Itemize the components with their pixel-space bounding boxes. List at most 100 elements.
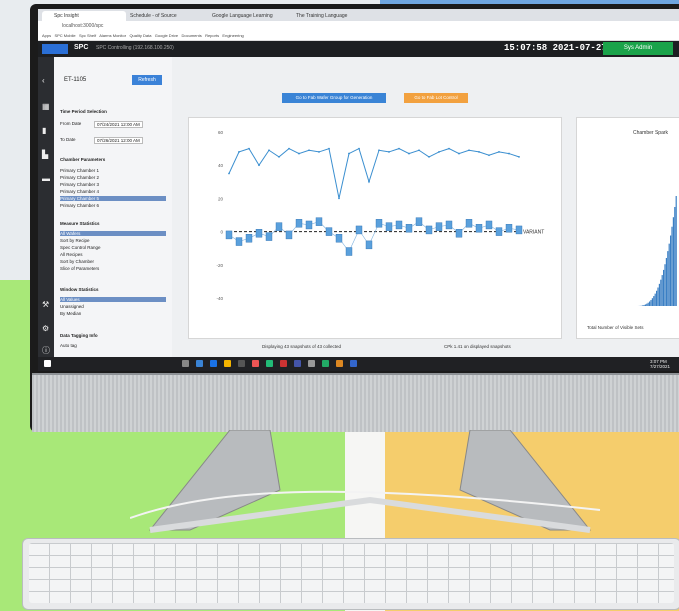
list-item-selected[interactable]: Primary Chamber 5 [60, 196, 166, 201]
bookmark[interactable]: Documents [181, 33, 201, 38]
bar-chart-icon[interactable]: ▮ [42, 127, 50, 135]
histogram-card: Chamber Spark [576, 117, 679, 339]
chevron-left-icon[interactable]: ‹ [42, 77, 50, 85]
sys-admin-button[interactable]: Sys Admin [603, 42, 673, 55]
list-item-selected[interactable]: All Values [60, 297, 166, 302]
task-view-icon[interactable] [196, 360, 203, 367]
box-point [235, 237, 243, 246]
folder-icon[interactable] [224, 360, 231, 367]
histogram-bar [661, 275, 663, 306]
list-item[interactable]: By Median [60, 311, 166, 316]
chamber-title: Chamber Parameters [60, 157, 106, 162]
list-item[interactable]: Sort by Chamber [60, 259, 166, 264]
app-title: SPC [74, 44, 89, 51]
box-point [415, 217, 423, 226]
gear-icon[interactable]: ⚙ [42, 325, 50, 333]
bookmark[interactable]: Alarms Monitor [99, 33, 126, 38]
to-date-input[interactable]: 07/26/2021 12:00 AM [94, 137, 143, 144]
histogram-bar [649, 301, 651, 306]
app-icon[interactable] [336, 360, 343, 367]
to-date-label: To Date [60, 137, 76, 142]
browser-tab[interactable]: Schedule - of Source [118, 11, 208, 21]
histogram-bar [657, 287, 659, 306]
browser-tab[interactable]: The Training Language [284, 11, 386, 21]
monitor-stand [130, 430, 601, 533]
list-item[interactable]: All Recipes [60, 252, 166, 257]
list-item[interactable]: Spec Control Range [60, 245, 166, 250]
list-item[interactable]: Unassigned [60, 304, 166, 309]
box-point [365, 240, 373, 250]
histogram-bar [644, 304, 646, 306]
bookmark[interactable]: Engineering [222, 33, 243, 38]
subset-title: Data Tagging Info [60, 333, 98, 338]
bookmark[interactable]: SPC Mobile [54, 33, 75, 38]
keyboard [22, 538, 679, 610]
data-point [478, 151, 480, 153]
chrome-icon[interactable] [252, 360, 259, 367]
app-icon[interactable] [308, 360, 315, 367]
from-date-input[interactable]: 07/24/2021 12:00 AM [94, 121, 143, 128]
list-item[interactable]: Sort by Recipe [60, 238, 166, 243]
search-icon[interactable] [182, 360, 189, 367]
chart-icon[interactable]: ▙ [42, 151, 50, 159]
lot-control-button[interactable]: Go to Fab Lot Control [404, 93, 468, 103]
histogram-bar [675, 196, 677, 306]
bookmark[interactable]: Apps [42, 33, 51, 38]
edge-icon[interactable] [210, 360, 217, 367]
histogram-bar [650, 299, 652, 306]
wrench-icon[interactable]: ⚒ [42, 301, 50, 309]
app-icon[interactable] [322, 360, 329, 367]
chat-icon[interactable]: ▬ [42, 175, 50, 183]
data-point [498, 151, 500, 153]
box-point [325, 227, 333, 236]
windows-start-icon[interactable] [44, 360, 51, 367]
data-point [468, 149, 470, 152]
list-item[interactable]: Primary Chamber 1 [60, 168, 166, 173]
store-icon[interactable] [238, 360, 245, 367]
grid-icon[interactable]: ▦ [42, 103, 50, 111]
data-point [338, 197, 340, 200]
histogram-title: Chamber Spark [633, 130, 669, 136]
histogram-bar [663, 269, 665, 306]
taskbar-date: 7/27/2021 [650, 364, 671, 369]
cpk-summary: CPk 1.41 on displayed snapshots [444, 344, 511, 349]
list-item[interactable]: Primary Chamber 3 [60, 182, 166, 187]
app-header: SPC SPC Controlling (192.168.100.250) 15… [38, 41, 679, 57]
list-item[interactable]: Primary Chamber 2 [60, 175, 166, 180]
bookmark[interactable]: Google Drive [155, 33, 178, 38]
list-item[interactable]: Auto tag [60, 343, 166, 348]
bookmark[interactable]: Quality Data [129, 33, 151, 38]
series-line-1 [228, 221, 520, 253]
histogram-bar [642, 305, 644, 306]
list-item[interactable]: Slice of Parameters [60, 266, 166, 271]
wafer-group-button[interactable]: Go to Fab Wafer Group for Generation [282, 93, 386, 103]
data-point [228, 172, 230, 175]
histogram-bar [665, 257, 667, 306]
app-icon[interactable] [294, 360, 301, 367]
histogram-bar [671, 226, 673, 306]
bookmark[interactable]: Spc Shelf [79, 33, 96, 38]
list-item[interactable]: Primary Chamber 4 [60, 189, 166, 194]
snapshot-count: Displaying 43 snapshots of 43 collected [262, 344, 342, 349]
data-point [358, 147, 360, 150]
browser-tab[interactable]: Spc Insight [42, 11, 126, 21]
window-title: Window Statistics [60, 287, 99, 292]
data-point [368, 180, 370, 183]
browser-tab[interactable]: Google Language Learning [200, 11, 292, 21]
box-point [245, 234, 253, 243]
bookmark[interactable]: Reports [205, 33, 219, 38]
list-item[interactable]: Primary Chamber 6 [60, 203, 166, 208]
series-line-0 [228, 147, 520, 199]
histogram-bar [672, 217, 674, 306]
info-icon[interactable]: ⓘ [42, 347, 50, 355]
box-point [255, 229, 263, 238]
refresh-button[interactable]: Refresh [132, 75, 162, 85]
app-icon[interactable] [280, 360, 287, 367]
list-item-selected[interactable]: All Wafers [60, 231, 166, 236]
app-icon[interactable] [350, 360, 357, 367]
data-point [248, 147, 250, 150]
data-point [408, 152, 410, 155]
main-content: Go to Fab Wafer Group for Generation Go … [172, 57, 679, 357]
excel-icon[interactable] [266, 360, 273, 367]
from-date-row: From Date 07/24/2021 12:00 AM [60, 121, 166, 128]
